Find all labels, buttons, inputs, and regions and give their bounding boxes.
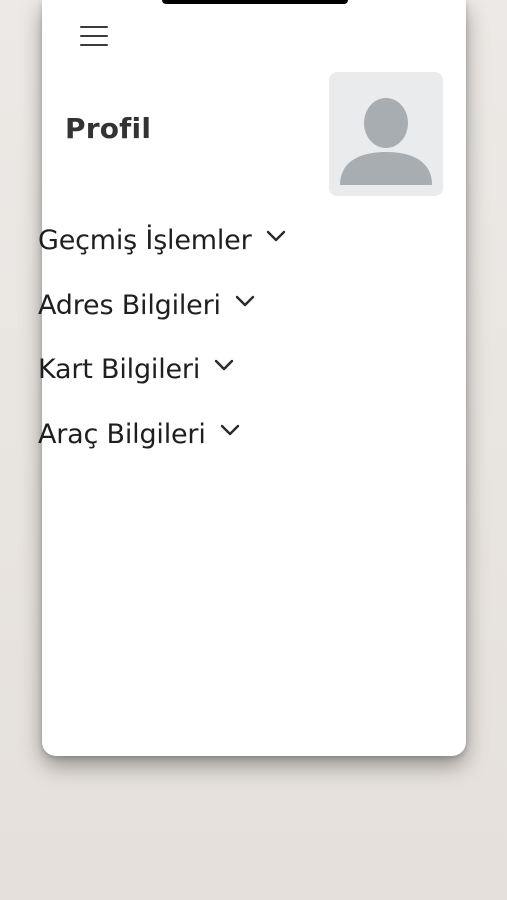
device-notch bbox=[162, 0, 348, 4]
section-arac-bilgileri[interactable]: Araç Bilgileri bbox=[38, 412, 286, 477]
section-label: Araç Bilgileri bbox=[38, 418, 206, 450]
menu-line bbox=[80, 35, 108, 37]
hamburger-menu-icon[interactable] bbox=[80, 24, 110, 48]
section-label: Adres Bilgileri bbox=[38, 289, 221, 321]
chevron-down-icon[interactable] bbox=[214, 357, 234, 373]
section-gecmis-islemler[interactable]: Geçmiş İşlemler bbox=[38, 218, 286, 283]
menu-line bbox=[80, 44, 108, 46]
page-title: Profil bbox=[65, 112, 152, 145]
section-adres-bilgileri[interactable]: Adres Bilgileri bbox=[38, 283, 286, 348]
section-label: Geçmiş İşlemler bbox=[38, 225, 252, 256]
chevron-down-icon[interactable] bbox=[235, 293, 255, 309]
avatar[interactable] bbox=[329, 72, 443, 196]
menu-line bbox=[80, 26, 108, 28]
chevron-down-icon[interactable] bbox=[266, 228, 286, 244]
section-label: Kart Bilgileri bbox=[38, 354, 201, 385]
profile-sections-list: Geçmiş İşlemler Adres Bilgileri Kart Bil… bbox=[38, 218, 286, 476]
section-kart-bilgileri[interactable]: Kart Bilgileri bbox=[38, 347, 286, 412]
user-placeholder-icon bbox=[340, 98, 432, 185]
chevron-down-icon[interactable] bbox=[220, 422, 240, 438]
